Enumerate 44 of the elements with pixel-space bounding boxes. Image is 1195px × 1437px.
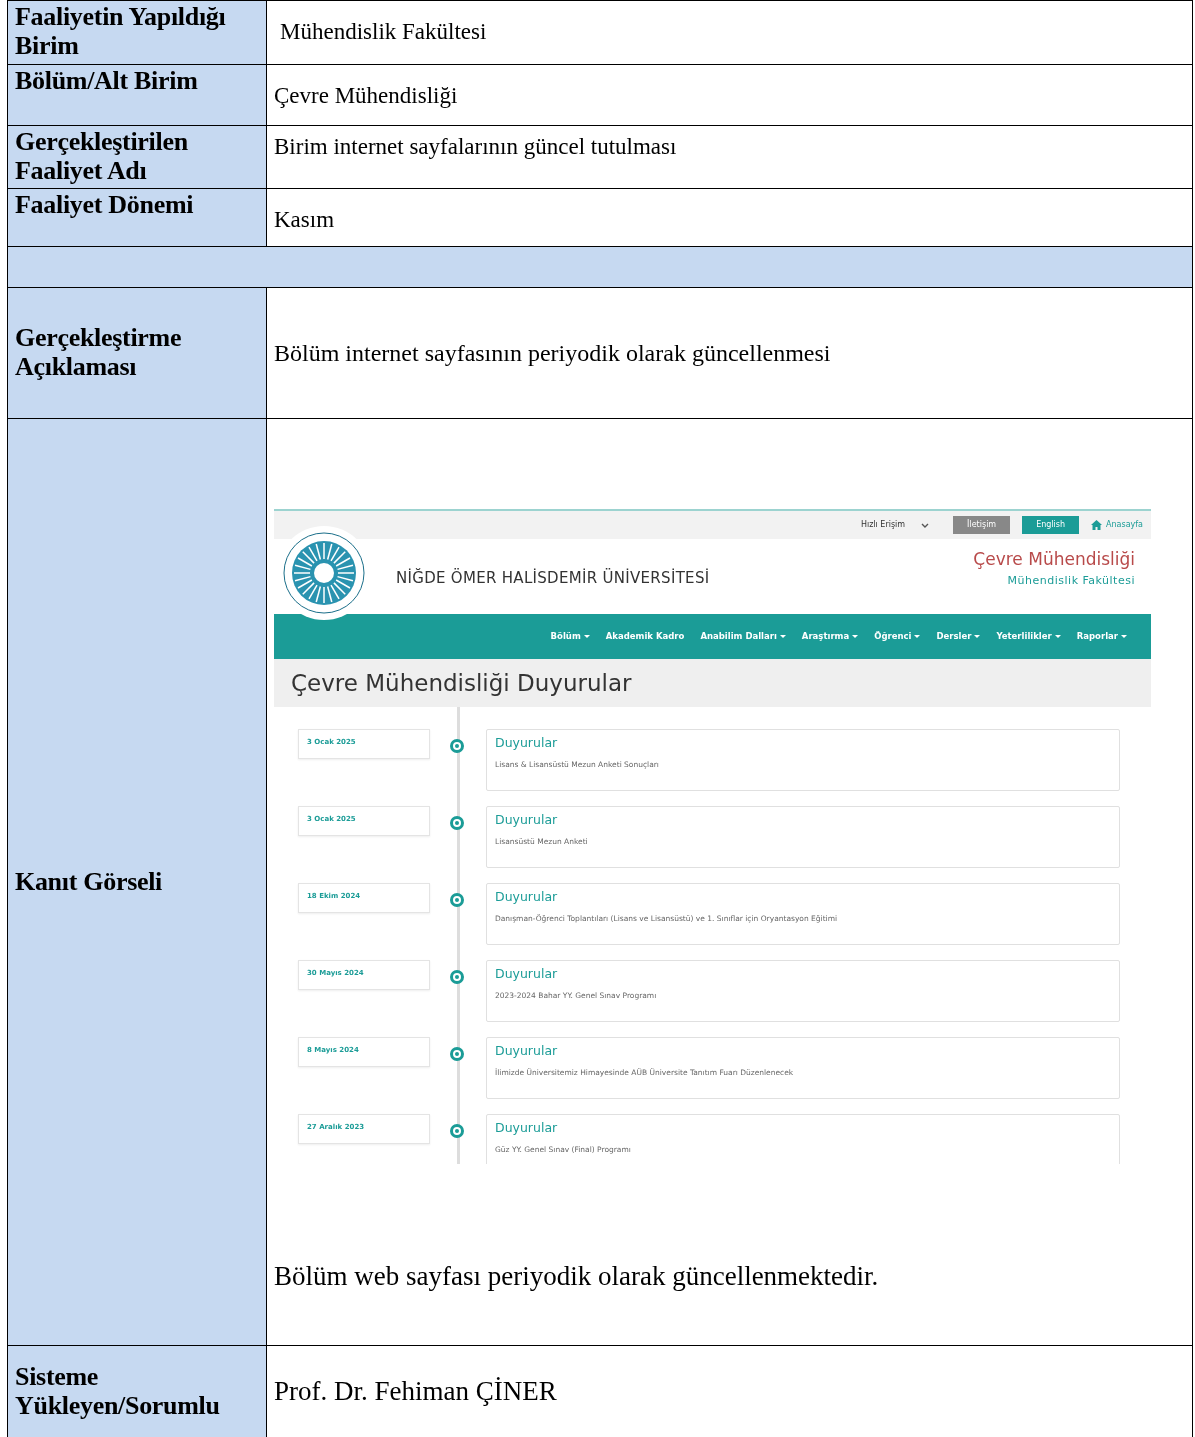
page-title: Çevre Mühendisliği Duyurular bbox=[274, 659, 1151, 707]
nav-menu-item[interactable]: Araştırma bbox=[801, 630, 859, 643]
field-value: Kasım bbox=[274, 207, 335, 232]
field-value: Birim internet sayfalarının güncel tutulması bbox=[274, 134, 677, 159]
nav-menu-item[interactable]: Akademik Kadro bbox=[605, 630, 685, 643]
field-value: Prof. Dr. Fehiman ÇİNER bbox=[274, 1376, 557, 1407]
timeline-dot bbox=[450, 816, 464, 830]
nav-menu-item[interactable]: Anabilim Dalları bbox=[700, 630, 786, 643]
field-value: Bölüm internet sayfasının periyodik olarak güncellenmesi bbox=[274, 340, 831, 366]
announcement-category: Duyurular bbox=[495, 888, 559, 906]
quick-access-dropdown[interactable]: Hızlı Erişim bbox=[860, 519, 906, 531]
caption-text: Bölüm web sayfası periyodik olarak güncellenmektedir. bbox=[274, 1260, 880, 1293]
announcement-category: Duyurular bbox=[495, 1119, 559, 1137]
chevron-down-icon bbox=[921, 522, 930, 528]
nav-menu-item[interactable]: Raporlar bbox=[1076, 630, 1127, 643]
department-name: Çevre Mühendisliği bbox=[973, 548, 1135, 571]
home-icon bbox=[1091, 520, 1103, 530]
language-button[interactable]: English bbox=[1022, 516, 1080, 534]
field-label: Gerçekleştirilen Faaliyet Adı bbox=[15, 127, 188, 185]
nav-menu-item[interactable]: Dersler bbox=[936, 630, 981, 643]
announcement-category: Duyurular bbox=[495, 965, 559, 983]
field-label: Bölüm/Alt Birim bbox=[15, 66, 198, 95]
nav-menu-item[interactable]: Öğrenci bbox=[874, 630, 921, 643]
field-label: Faaliyetin Yapıldığı Birim bbox=[15, 2, 226, 60]
field-label: Sisteme Yükleyen/Sorumlu bbox=[15, 1361, 220, 1420]
timeline-dot bbox=[450, 739, 464, 753]
announcement-category: Duyurular bbox=[495, 734, 559, 752]
university-name: NİĞDE ÖMER HALİSDEMİR ÜNİVERSİTESİ bbox=[396, 567, 710, 589]
field-label: Faaliyet Dönemi bbox=[15, 190, 194, 219]
nav-menu-item[interactable]: Bölüm bbox=[550, 630, 590, 643]
contact-button[interactable]: İletişim bbox=[953, 516, 1011, 534]
timeline-dot bbox=[450, 1124, 464, 1138]
field-value: Çevre Mühendisliği bbox=[274, 83, 458, 108]
field-label: Gerçekleştirme Açıklaması bbox=[15, 323, 182, 381]
nav-menu-item[interactable]: Yeterlilikler bbox=[996, 630, 1061, 643]
timeline-dot bbox=[450, 893, 464, 907]
field-value: Mühendislik Fakültesi bbox=[280, 19, 487, 44]
timeline-dot bbox=[450, 970, 464, 984]
announcement-category: Duyurular bbox=[495, 1042, 559, 1060]
field-label: Kanıt Görseli bbox=[15, 866, 163, 896]
timeline-dot bbox=[450, 1047, 464, 1061]
home-link[interactable]: Anasayfa bbox=[1106, 519, 1143, 531]
announcement-category: Duyurular bbox=[495, 811, 559, 829]
faculty-name: Mühendislik Fakültesi bbox=[1006, 572, 1135, 589]
